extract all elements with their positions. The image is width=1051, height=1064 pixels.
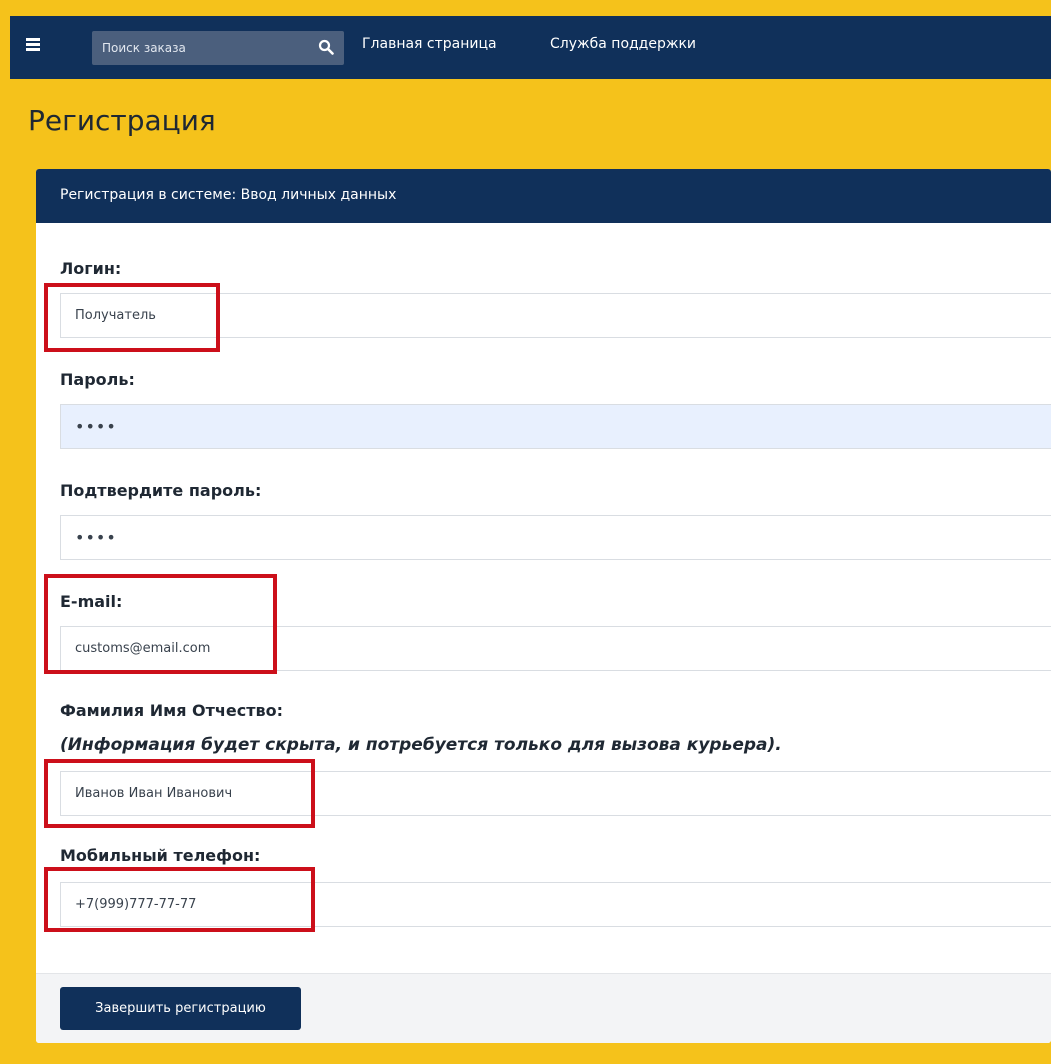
phone-input[interactable] [60,882,1051,927]
password-label: Пароль: [60,370,135,389]
phone-label: Мобильный телефон: [60,846,261,865]
page-title: Регистрация [28,104,216,137]
nav-link-support[interactable]: Служба поддержки [550,36,696,52]
password-input[interactable] [60,404,1051,449]
email-label: E-mail: [60,592,123,611]
top-navbar: Главная страница Служба поддержки [10,16,1051,79]
order-search [92,31,344,65]
confirm-password-input[interactable] [60,515,1051,560]
registration-card: Регистрация в системе: Ввод личных данны… [36,169,1051,1043]
hamburger-menu-icon[interactable] [26,38,40,52]
full-name-input[interactable] [60,771,1051,816]
order-search-input[interactable] [92,31,302,65]
search-icon[interactable] [318,39,334,55]
complete-registration-button[interactable]: Завершить регистрацию [60,987,301,1030]
nav-link-home[interactable]: Главная страница [362,36,497,52]
email-input[interactable] [60,626,1051,671]
card-footer: Завершить регистрацию [36,973,1051,1043]
login-input[interactable] [60,293,1051,338]
full-name-label: Фамилия Имя Отчество: [60,701,284,720]
card-header: Регистрация в системе: Ввод личных данны… [36,169,1051,223]
full-name-note: (Информация будет скрыта, и потребуется … [60,735,782,755]
login-label: Логин: [60,259,122,278]
confirm-password-label: Подтвердите пароль: [60,481,262,500]
